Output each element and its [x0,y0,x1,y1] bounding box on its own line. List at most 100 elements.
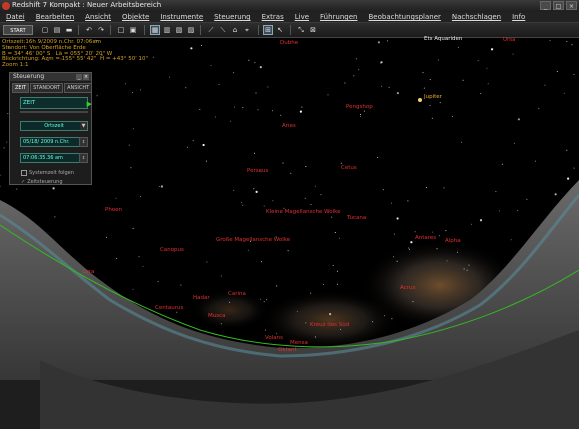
star [229,301,231,303]
label-antares[interactable]: Antares [415,235,436,241]
label-cetus[interactable]: Cetus [341,165,357,171]
view-mode-3-icon[interactable]: ▧ [174,25,184,35]
label-musca[interactable]: Musca [208,313,226,319]
star [290,172,292,174]
label-ets[interactable]: Ets Aquariden [424,36,462,42]
new-icon[interactable]: ▢ [40,25,50,35]
menu-extras[interactable]: Extras [256,12,289,22]
label-lyra[interactable]: Lyra [83,269,94,275]
label-perseus[interactable]: Perseus [247,168,268,174]
label-mensa[interactable]: Mensa [290,340,308,346]
label-octans[interactable]: Oktant [278,347,297,353]
close-button[interactable]: × [566,1,577,10]
label-canopus[interactable]: Canopus [160,247,184,253]
menu-bearbeiten[interactable]: Bearbeiten [30,12,79,22]
fullscreen-icon[interactable]: □ [116,25,126,35]
label-pegasus[interactable]: Pengshop [346,104,373,110]
view-mode-1-icon[interactable]: ▦ [150,25,160,35]
label-hadar[interactable]: Hadar [193,295,210,301]
jupiter-icon[interactable] [418,98,422,102]
menu-objekte[interactable]: Objekte [116,12,154,22]
telescope-icon[interactable]: ⌖ [242,25,252,35]
info-line-5: Zoom 1:1 [2,62,29,69]
menu-live[interactable]: Live [289,12,314,22]
time-spinner-icon[interactable]: ⇕ [79,153,88,163]
menu-fuehrungen[interactable]: Führungen [314,12,362,22]
date-spinner-icon[interactable]: ⇕ [79,137,88,147]
star [220,275,222,277]
tab-standort[interactable]: STANDORT [30,83,64,93]
menu-beobachtungsplaner[interactable]: Beobachtungsplaner [362,12,445,22]
zeitsteuerung-checkbox[interactable]: ✓ Zeitsteuerung [21,179,88,185]
time-slider[interactable] [20,111,88,113]
menu-nachschlagen[interactable]: Nachschlagen [446,12,506,22]
menu-instrumente[interactable]: Instrumente [154,12,208,22]
label-crux[interactable]: Kreuz des Süd [310,322,349,328]
label-volans[interactable]: Volans [265,335,283,341]
label-dubhe[interactable]: Dubhe [280,40,298,46]
date-field[interactable]: 05/18/ 2009 n.Chr. ⇕ [20,137,88,147]
star [116,257,118,259]
maximize-button[interactable]: □ [553,1,564,10]
label-alpha[interactable]: Alpha [445,238,461,244]
star [445,230,447,232]
star [263,205,265,207]
open-icon[interactable]: ▤ [52,25,62,35]
panel-title-bar[interactable]: Steuerung _ × [10,73,91,81]
star [132,128,134,130]
chevron-down-icon[interactable]: ▼ [80,122,87,130]
label-carina[interactable]: Carina [228,291,246,297]
menu-datei[interactable]: Datei [0,12,30,22]
label-aries[interactable]: Aries [282,123,296,129]
tab-ansicht[interactable]: ANSICHT [64,83,93,93]
label-phoenix[interactable]: Phoen [105,207,122,213]
print-icon[interactable]: ▣ [128,25,138,35]
star [267,86,269,88]
label-centaurus[interactable]: Centaurus [155,305,183,311]
menu-info[interactable]: Info [506,12,530,22]
star [501,163,503,165]
label-tucana[interactable]: Tucana [347,215,366,221]
star [260,261,262,263]
star [490,48,494,51]
minimize-button[interactable]: _ [540,1,551,10]
checkbox-box[interactable] [21,170,27,176]
undo-icon[interactable]: ↶ [84,25,94,35]
label-smc[interactable]: Kleine Magellansche Wolke [266,209,340,215]
label-jupiter[interactable]: Jupiter [424,94,442,100]
tool-2-icon[interactable]: ⟍ [218,25,228,35]
panel-minimize-button[interactable]: _ [76,74,82,80]
grid-icon[interactable]: ⊞ [263,25,273,35]
redo-icon[interactable]: ↷ [96,25,106,35]
pointer-icon[interactable]: ↖ [275,25,285,35]
timezone-select[interactable]: Ortszeit ▼ [20,121,88,131]
checkmark-icon[interactable]: ✓ [21,179,25,185]
zeit-display[interactable]: ZEIT ▶ [20,97,92,109]
menu-steuerung[interactable]: Steuerung [208,12,255,22]
label-lmc[interactable]: Große Magellansche Wolke [216,237,290,243]
zoom-box-icon[interactable]: ⊠ [308,25,318,35]
star [408,248,410,250]
star [380,61,383,64]
control-panel: Steuerung _ × ZEIT STANDORT ANSICHT ZEIT… [9,72,93,185]
star [233,72,235,74]
systemzeit-checkbox[interactable]: Systemzeit folgen [21,170,88,176]
house-icon[interactable]: ⌂ [230,25,240,35]
menu-ansicht[interactable]: Ansicht [79,12,116,22]
time-field[interactable]: 07:06:35.36 am ⇕ [20,153,88,163]
view-mode-2-icon[interactable]: ▥ [162,25,172,35]
tab-zeit[interactable]: ZEIT [12,83,30,93]
label-acrux[interactable]: Acrux [400,285,416,291]
start-button[interactable]: START [3,25,33,35]
star [340,162,342,164]
panel-close-button[interactable]: × [83,74,89,80]
zoom-in-icon[interactable]: ⤡ [296,25,306,35]
star [566,149,568,151]
view-mode-4-icon[interactable]: ▨ [186,25,196,35]
star [566,41,568,42]
save-icon[interactable]: ▬ [64,25,74,35]
play-icon[interactable]: ▶ [87,99,92,109]
star [477,60,479,62]
label-ursa[interactable]: Ursa [503,37,516,43]
tool-1-icon[interactable]: ⟋ [206,25,216,35]
